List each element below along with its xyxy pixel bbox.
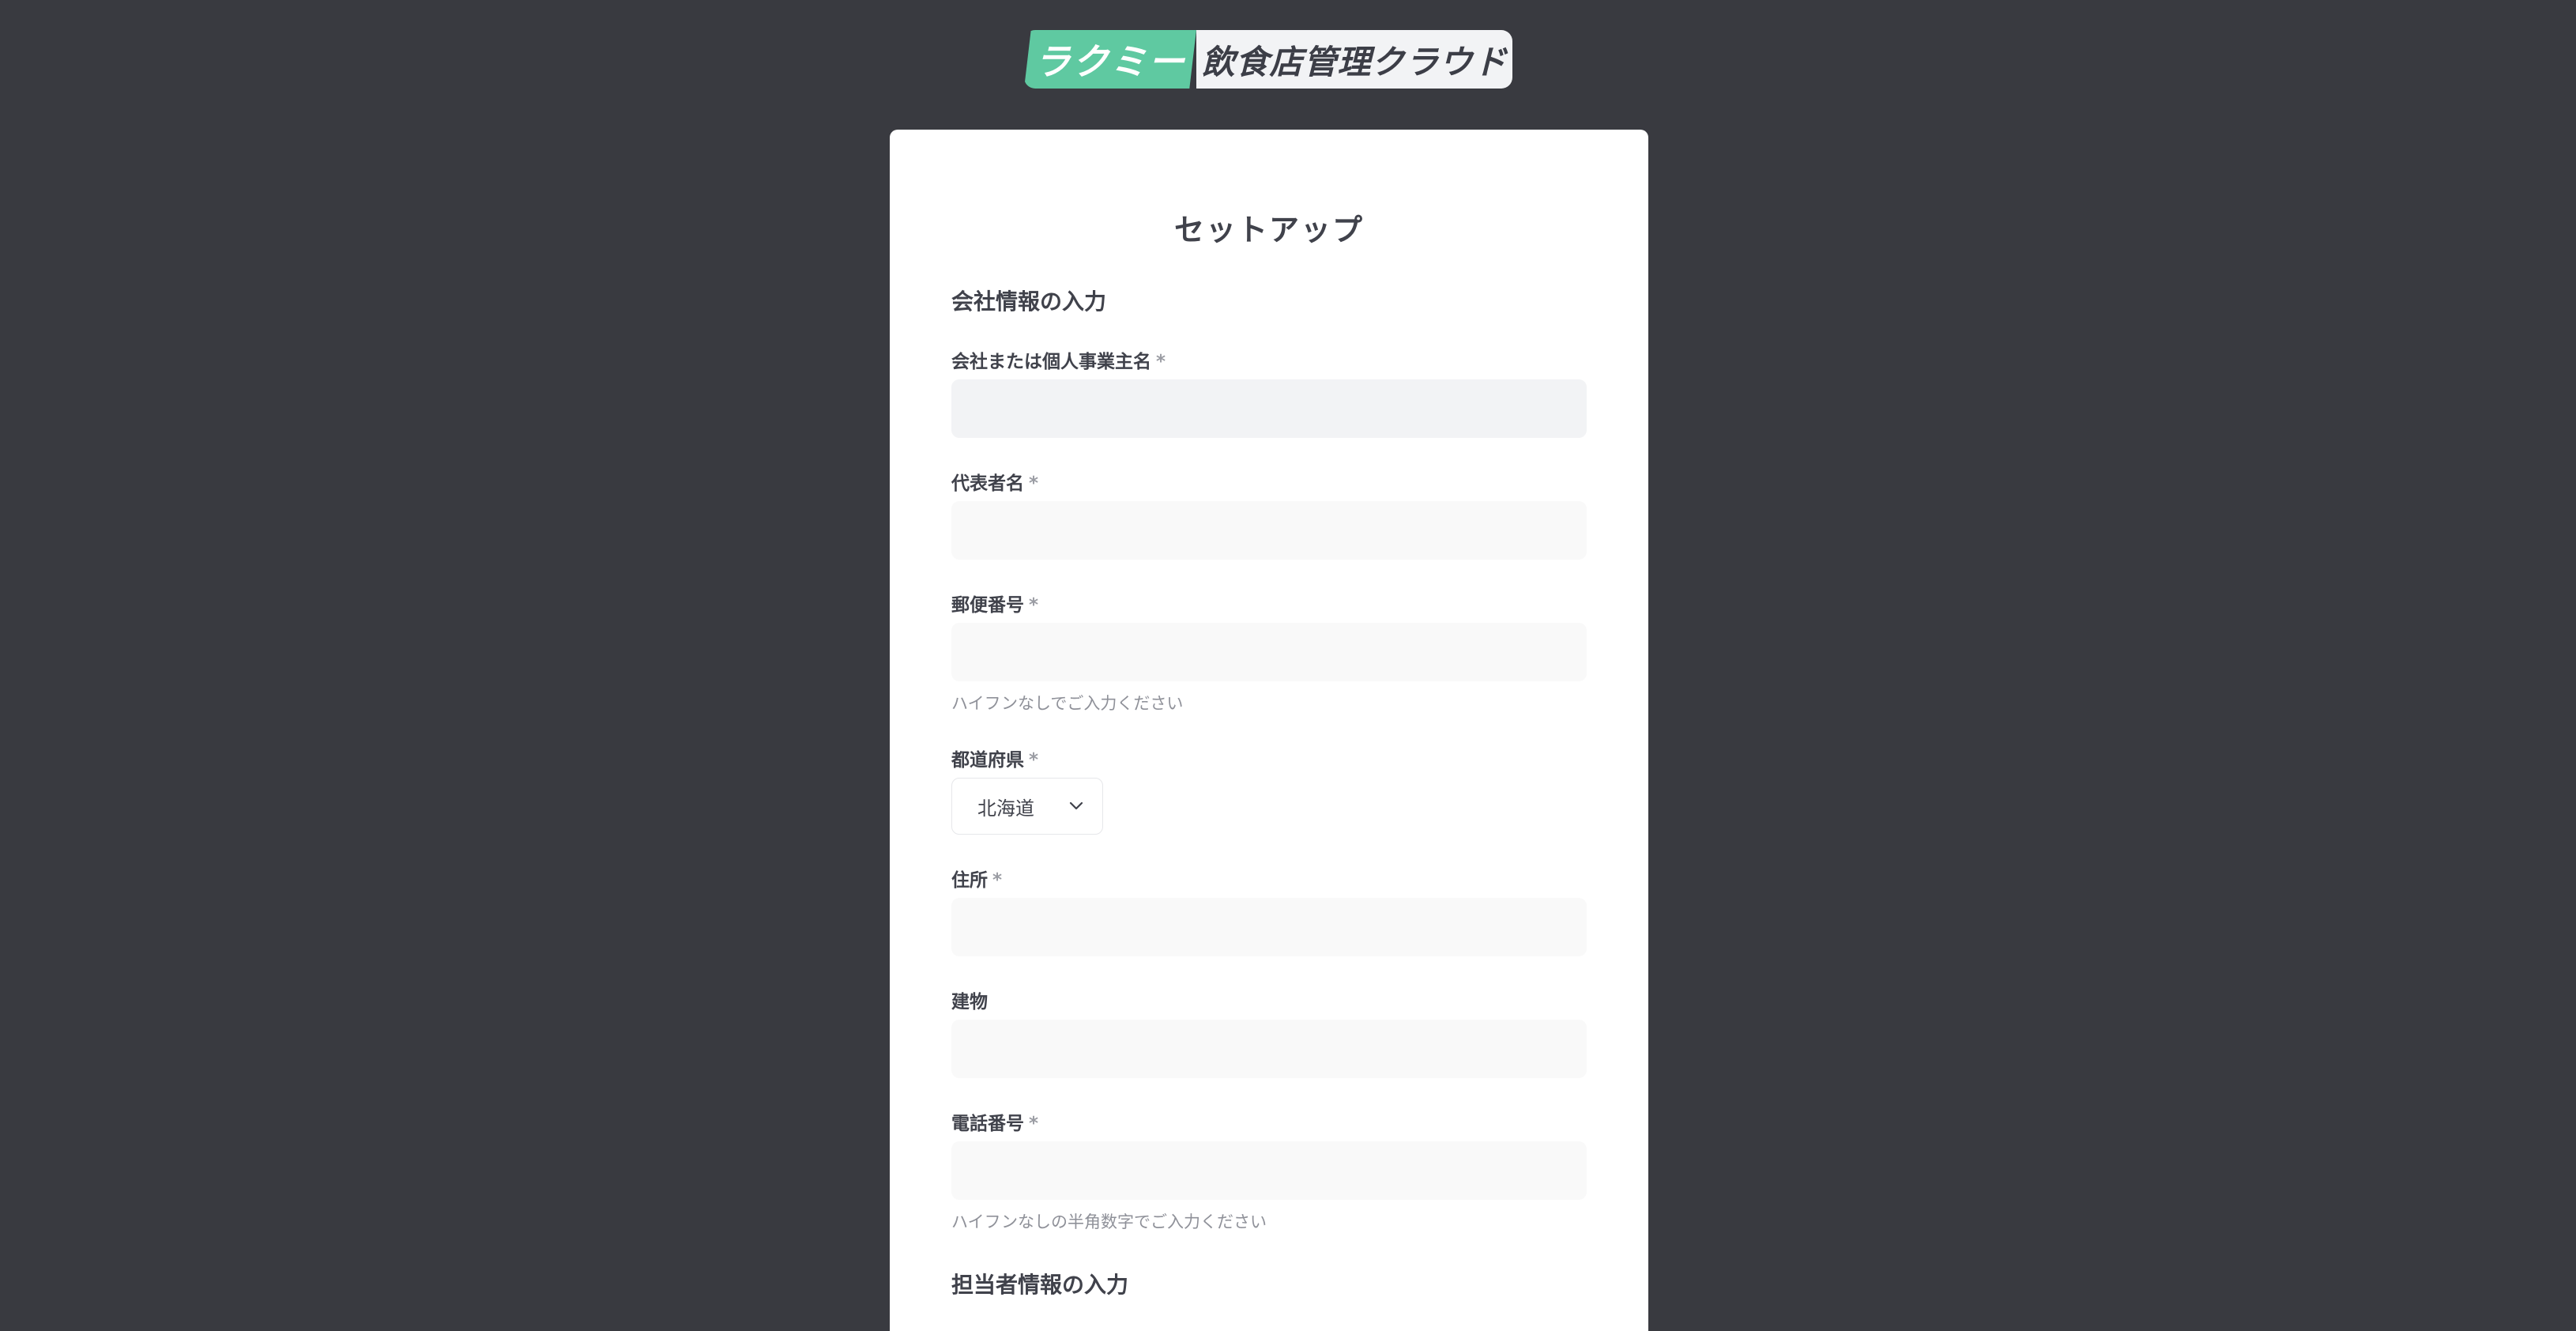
address-input[interactable] [951,898,1587,956]
representative-input[interactable] [951,501,1587,560]
company-name-input[interactable] [951,379,1587,438]
building-label: 建物 [951,986,988,1013]
representative-label: 代表者名 * [951,468,1038,495]
representative-label-text: 代表者名 [951,473,1024,494]
app-logo: ラクミー 飲食店管理クラウド [1024,30,1512,89]
setup-form-card: セットアップ 会社情報の入力 会社または個人事業主名 * 代表者名 * 郵便番号 * … [890,130,1648,1331]
logo-brand: ラクミー [1024,30,1196,89]
postal-code-label-text: 郵便番号 [951,595,1024,616]
required-mark: * [1156,352,1166,372]
postal-code-hint: ハイフンなしでご入力ください [951,694,1184,713]
logo-product-name: 飲食店管理クラウド [1196,30,1512,89]
address-label: 住所 * [951,865,1002,892]
required-mark: * [1029,1114,1039,1134]
company-name-label-text: 会社または個人事業主名 [951,352,1151,372]
building-input[interactable] [951,1020,1587,1078]
phone-input[interactable] [951,1141,1587,1200]
prefecture-select[interactable]: 北海道 [951,778,1103,835]
required-mark: * [992,870,1003,891]
postal-code-label: 郵便番号 * [951,590,1038,616]
phone-label-text: 電話番号 [951,1114,1024,1134]
required-mark: * [1029,473,1039,494]
required-mark: * [1029,750,1039,771]
address-label-text: 住所 [951,870,988,891]
contact-section-heading: 担当者情報の入力 [951,1272,1129,1298]
phone-label: 電話番号 * [951,1108,1038,1135]
prefecture-selected-value: 北海道 [977,797,1034,820]
building-label-text: 建物 [951,992,988,1012]
company-name-label: 会社または個人事業主名 * [951,346,1166,373]
prefecture-label-text: 都道府県 [951,750,1024,771]
required-mark: * [1029,595,1039,616]
chevron-down-icon [1069,801,1083,810]
phone-hint: ハイフンなしの半角数字でご入力ください [951,1212,1267,1231]
company-section-heading: 会社情報の入力 [951,288,1107,315]
prefecture-label: 都道府県 * [951,745,1038,771]
postal-code-input[interactable] [951,623,1587,681]
setup-page: ラクミー 飲食店管理クラウド セットアップ 会社情報の入力 会社または個人事業主… [0,0,2576,1331]
page-title: セットアップ [1173,213,1364,247]
